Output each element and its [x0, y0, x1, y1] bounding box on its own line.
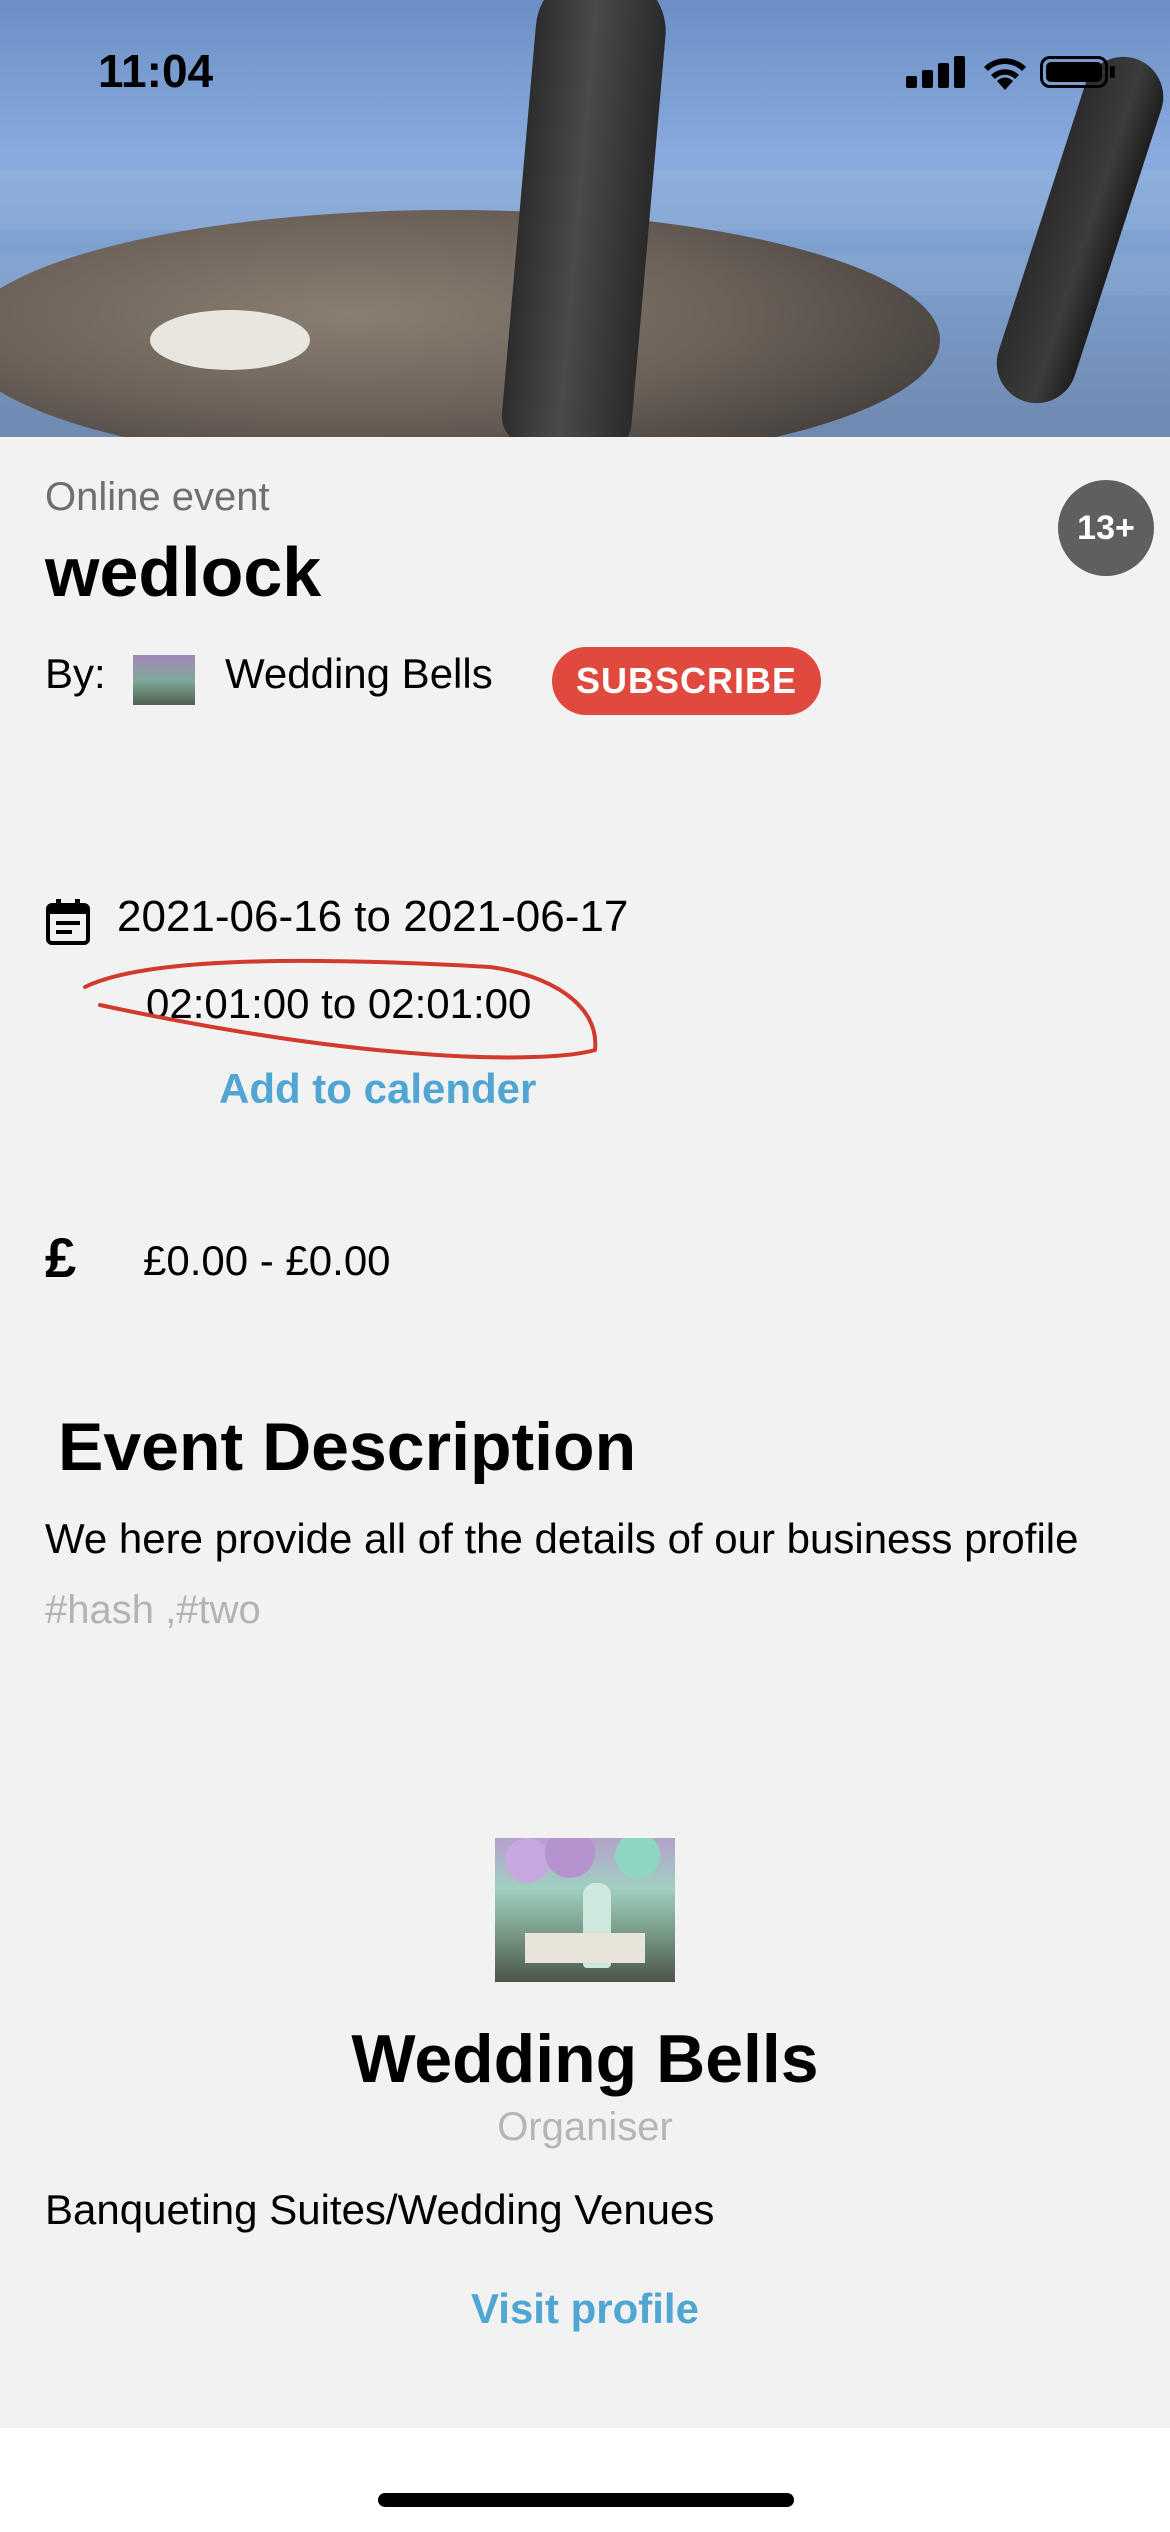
add-to-calendar-link[interactable]: Add to calender: [219, 1065, 536, 1113]
hand-drawn-annotation-circle: [83, 958, 598, 1060]
event-title: wedlock: [45, 533, 322, 611]
goose-patch: [150, 310, 310, 370]
home-indicator[interactable]: [378, 2493, 794, 2507]
goose-body: [0, 210, 940, 437]
organiser-category: Banqueting Suites/Wedding Venues: [45, 2186, 715, 2233]
age-rating-badge: 13+: [1058, 480, 1154, 576]
organiser-name-link[interactable]: Wedding Bells: [225, 650, 493, 698]
wifi-icon: [984, 58, 1026, 90]
pound-currency-icon: £: [45, 1226, 77, 1289]
cellular-signal-icon: [906, 56, 970, 88]
price-range: £0.00 - £0.00: [143, 1237, 391, 1284]
battery-icon: [1040, 56, 1108, 88]
organiser-name: Wedding Bells: [351, 2021, 819, 2097]
organiser-photo: [495, 1838, 675, 1982]
description-text: We here provide all of the details of ou…: [45, 1515, 1079, 1562]
description-heading: Event Description: [58, 1409, 637, 1485]
event-type-label: Online event: [45, 475, 270, 519]
by-label: By:: [45, 650, 106, 697]
organiser-avatar[interactable]: [133, 655, 195, 705]
status-bar: 11:04: [0, 0, 1170, 150]
organiser-role: Organiser: [497, 2105, 673, 2149]
battery-cap: [1110, 66, 1115, 78]
bottom-safe-area: [0, 2428, 1170, 2532]
event-date-range: 2021-06-16 to 2021-06-17: [117, 892, 629, 941]
event-tags[interactable]: #hash ,#two: [45, 1588, 261, 1633]
visit-profile-link[interactable]: Visit profile: [0, 2285, 1170, 2333]
calendar-icon: [46, 899, 90, 945]
subscribe-button[interactable]: SUBSCRIBE: [552, 647, 821, 715]
status-time: 11:04: [98, 45, 214, 97]
